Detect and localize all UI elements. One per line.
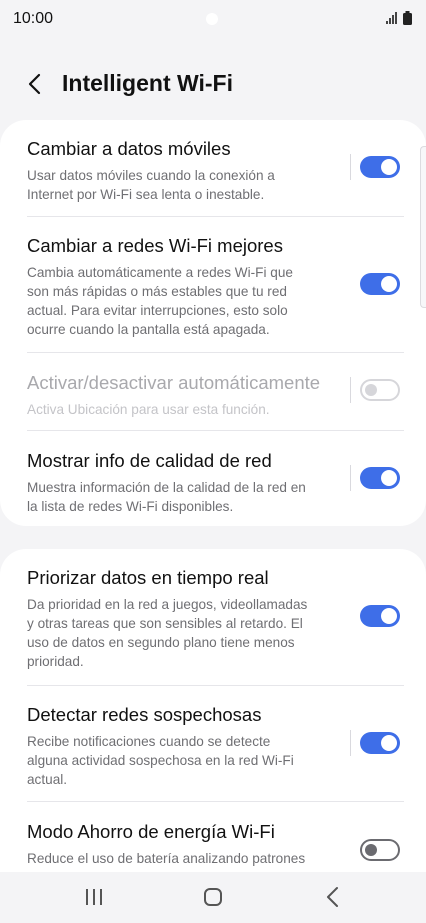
- back-arrow-icon[interactable]: [24, 70, 48, 98]
- toggle-show-network-quality[interactable]: [360, 467, 400, 489]
- navigation-bar: [0, 872, 426, 923]
- settings-card-1: Cambiar a datos móviles Usar datos móvil…: [0, 120, 426, 526]
- status-bar: 10:00: [0, 0, 426, 40]
- setting-show-network-quality[interactable]: Mostrar info de calidad de red Muestra i…: [27, 449, 404, 516]
- vertical-separator: [350, 465, 351, 491]
- toggle-prioritize-realtime-data[interactable]: [360, 605, 400, 627]
- vertical-separator: [350, 377, 351, 403]
- setting-detect-suspicious-networks[interactable]: Detectar redes sospechosas Recibe notifi…: [27, 703, 404, 789]
- divider: [27, 801, 404, 802]
- divider: [27, 685, 404, 686]
- setting-description: Recibe notificaciones cuando se detecte …: [27, 734, 294, 787]
- header: Intelligent Wi-Fi: [0, 62, 426, 106]
- toggle-wifi-power-saving[interactable]: [360, 839, 400, 861]
- setting-title: Activar/desactivar automáticamente: [27, 372, 321, 393]
- setting-description: Activa Ubicación para usar esta función.: [27, 402, 270, 417]
- setting-wifi-power-saving[interactable]: Modo Ahorro de energía Wi-Fi Reduce el u…: [27, 820, 404, 868]
- divider: [27, 216, 404, 217]
- recent-apps-icon[interactable]: [85, 887, 103, 907]
- setting-title: Priorizar datos en tiempo real: [27, 567, 269, 588]
- setting-title: Modo Ahorro de energía Wi-Fi: [27, 821, 275, 842]
- signal-icon: [386, 12, 397, 24]
- setting-title: Cambiar a datos móviles: [27, 138, 231, 159]
- setting-description: Muestra información de la calidad de la …: [27, 480, 306, 514]
- setting-title: Mostrar info de calidad de red: [27, 450, 272, 471]
- settings-card-2: Priorizar datos en tiempo real Da priori…: [0, 549, 426, 879]
- setting-switch-to-better-wifi[interactable]: Cambiar a redes Wi-Fi mejores Cambia aut…: [27, 234, 404, 339]
- battery-icon: [403, 11, 412, 25]
- setting-description: Reduce el uso de batería analizando patr…: [27, 851, 306, 866]
- nav-back-icon[interactable]: [325, 886, 341, 908]
- setting-description: Da prioridad en la red a juegos, videoll…: [27, 597, 308, 669]
- divider: [27, 352, 404, 353]
- divider: [27, 430, 404, 431]
- camera-cutout: [206, 13, 218, 25]
- setting-description: Cambia automáticamente a redes Wi-Fi que…: [27, 265, 293, 337]
- page-title: Intelligent Wi-Fi: [62, 70, 233, 96]
- scroll-indicator[interactable]: [420, 146, 426, 308]
- setting-switch-to-mobile-data[interactable]: Cambiar a datos móviles Usar datos móvil…: [27, 137, 404, 204]
- setting-auto-toggle[interactable]: Activar/desactivar automáticamente Activ…: [27, 371, 404, 419]
- vertical-separator: [350, 154, 351, 180]
- vertical-separator: [350, 730, 351, 756]
- toggle-auto-toggle[interactable]: [360, 379, 400, 401]
- toggle-detect-suspicious-networks[interactable]: [360, 732, 400, 754]
- toggle-switch-to-mobile-data[interactable]: [360, 156, 400, 178]
- setting-title: Detectar redes sospechosas: [27, 704, 262, 725]
- home-icon[interactable]: [203, 887, 223, 907]
- setting-prioritize-realtime-data[interactable]: Priorizar datos en tiempo real Da priori…: [27, 566, 404, 671]
- status-time: 10:00: [13, 10, 54, 27]
- toggle-switch-to-better-wifi[interactable]: [360, 273, 400, 295]
- setting-description: Usar datos móviles cuando la conexión a …: [27, 168, 275, 202]
- setting-title: Cambiar a redes Wi-Fi mejores: [27, 235, 283, 256]
